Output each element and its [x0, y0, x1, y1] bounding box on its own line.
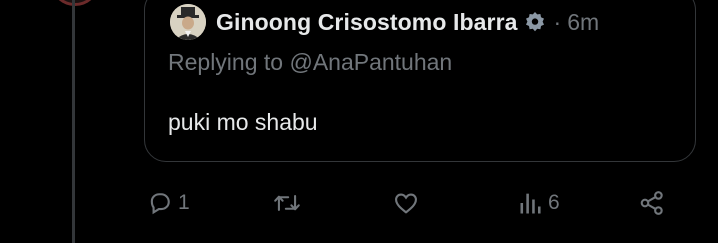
verified-badge-icon [524, 11, 546, 33]
share-icon [638, 189, 666, 217]
quoted-tweet-header: Ginoong Crisostomo Ibarra · 6m [170, 2, 599, 42]
separator-dot: · [553, 8, 562, 35]
replying-to-prefix: Replying to [168, 49, 290, 75]
replying-to-line: Replying to @AnaPantuhan [168, 49, 452, 76]
heart-icon [392, 189, 420, 217]
quoted-tweet-text: puki mo shabu [168, 109, 318, 135]
retweet-button[interactable] [272, 184, 306, 222]
tweet-timestamp[interactable]: 6m [567, 9, 599, 36]
views-icon [518, 189, 544, 217]
views-count: 6 [548, 191, 560, 214]
quoted-author-name[interactable]: Ginoong Crisostomo Ibarra [216, 9, 518, 36]
thread-line [72, 0, 75, 243]
action-bar: 1 6 [144, 184, 684, 222]
views-button[interactable]: 6 [518, 184, 560, 222]
reply-button[interactable]: 1 [146, 184, 190, 222]
share-button[interactable] [638, 184, 666, 222]
retweet-icon [272, 189, 302, 217]
reply-icon [146, 189, 174, 217]
like-button[interactable] [392, 184, 424, 222]
quoted-author-avatar[interactable] [170, 4, 206, 40]
reply-count: 1 [178, 191, 190, 214]
replying-to-handle[interactable]: @AnaPantuhan [289, 49, 452, 75]
parent-avatar[interactable] [50, 0, 100, 6]
tweet-view: Ginoong Crisostomo Ibarra · 6m Replying … [0, 0, 718, 243]
